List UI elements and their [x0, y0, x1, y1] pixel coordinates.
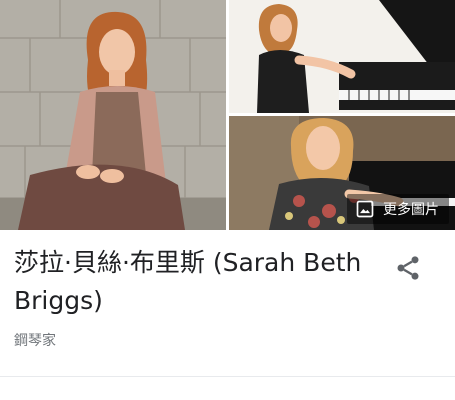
- piano-illustration-top: [229, 0, 455, 113]
- section-divider: [0, 376, 455, 377]
- entity-subtitle: 鋼琴家: [14, 333, 56, 349]
- more-images-label: 更多圖片: [383, 202, 439, 218]
- share-button[interactable]: [394, 254, 422, 282]
- share-icon: [397, 256, 419, 280]
- entity-title: 莎拉·貝絲·布里斯 (Sarah Beth Briggs): [14, 248, 362, 315]
- image-gallery: 更多圖片: [0, 0, 455, 230]
- image-icon: [356, 200, 374, 218]
- more-images-button[interactable]: 更多圖片: [347, 194, 449, 224]
- piano-playing-image[interactable]: [229, 0, 455, 113]
- pianist-smiling-image[interactable]: 更多圖片: [229, 116, 455, 230]
- main-portrait-image[interactable]: [0, 0, 226, 230]
- portrait-illustration: [0, 0, 226, 230]
